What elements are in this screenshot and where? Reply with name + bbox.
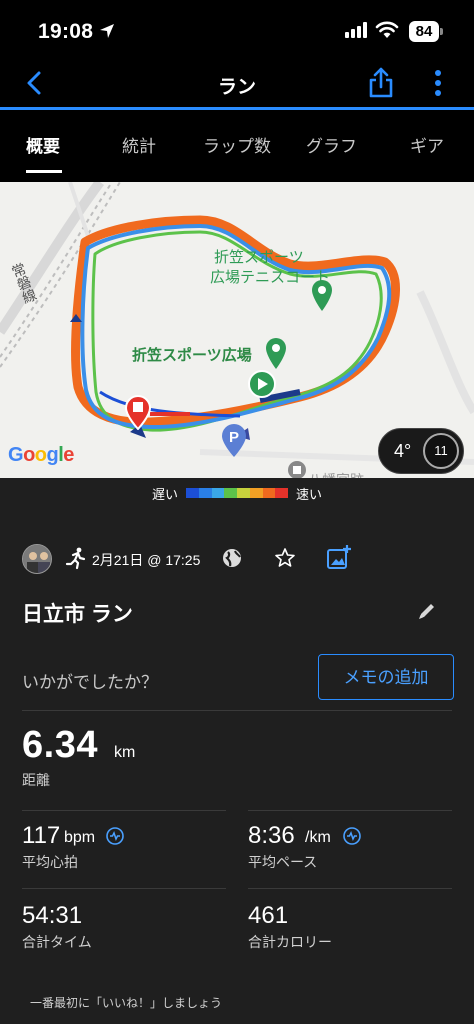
running-icon: [65, 547, 86, 570]
avatar-image-icon: [23, 545, 51, 573]
legend-swatch: [198, 488, 212, 498]
legend-swatch: [275, 488, 288, 498]
shrine-pin-icon: [288, 461, 306, 478]
pace-info-icon[interactable]: [343, 827, 361, 845]
heart-rate-info-icon[interactable]: [106, 827, 124, 845]
status-bar: 19:08 84: [0, 0, 474, 60]
legend-color-scale: [186, 488, 288, 498]
activity-summary: 2月21日 @ 17:25 日立市 ラン いかがでしたか？ メモの追加 6.34…: [0, 508, 474, 1024]
nav-bar: ラン: [0, 60, 474, 108]
activity-meta-row: 2月21日 @ 17:25: [22, 544, 462, 574]
divider: [22, 810, 226, 811]
start-flag-icon[interactable]: [248, 370, 276, 398]
activity-title: 日立市 ラン: [22, 603, 133, 626]
legend-swatch: [186, 488, 199, 498]
legend-swatch: [211, 488, 225, 498]
calories-value: 461: [248, 902, 289, 929]
tab-stats[interactable]: 統計: [122, 132, 156, 157]
cellular-signal-icon: [345, 22, 367, 38]
like-prompt[interactable]: 一番最初に「いいね！」しましょう: [30, 994, 222, 1011]
svg-text:P: P: [229, 429, 239, 446]
edit-pencil-icon[interactable]: [416, 600, 438, 622]
legend-swatch: [237, 488, 250, 498]
pace-label: 平均ペース: [248, 854, 318, 870]
tab-overview[interactable]: 概要: [26, 132, 60, 157]
more-vertical-icon[interactable]: [428, 68, 448, 98]
battery-icon: 84: [409, 21, 439, 42]
distance-value: 6.34: [22, 724, 98, 766]
tennis-label-line2: 広場テニスコート: [210, 269, 331, 286]
calories-label: 合計カロリー: [248, 934, 332, 950]
add-photo-icon[interactable]: [326, 544, 352, 570]
divider: [22, 710, 452, 711]
route-map[interactable]: 常磐線 P 折笠スポーツ 広場テニスコート 折笠スポーツ広場 八幡宮跡 Goog…: [0, 182, 474, 478]
add-memo-button[interactable]: メモの追加: [318, 654, 454, 700]
star-icon[interactable]: [273, 546, 297, 570]
activity-date: 2月21日 @ 17:25: [92, 552, 201, 568]
heart-rate-unit: bpm: [64, 829, 96, 846]
tab-graph[interactable]: グラフ: [306, 132, 357, 157]
heart-rate-label: 平均心拍: [22, 854, 78, 870]
legend-swatch: [224, 488, 237, 498]
distance-unit: km: [114, 744, 136, 761]
distance-label: 距離: [22, 772, 50, 788]
tennis-court-label: 折笠スポーツ 広場テニスコート: [210, 248, 330, 288]
weather-widget[interactable]: 4° 11: [378, 428, 464, 474]
poi-pin-icon-park[interactable]: [264, 336, 288, 370]
wind-dial-icon: 11: [423, 433, 459, 469]
finish-marker-icon[interactable]: [124, 394, 152, 430]
legend-swatch: [262, 488, 276, 498]
tab-laps[interactable]: ラップ数: [203, 132, 271, 157]
heart-rate-value: 117: [22, 822, 61, 849]
pace-value: 8:36: [248, 822, 295, 849]
legend-slow-label: 遅い: [152, 487, 179, 502]
total-time-label: 合計タイム: [22, 934, 92, 950]
tennis-label-line1: 折笠スポーツ: [214, 249, 304, 266]
location-arrow-icon: [100, 24, 114, 38]
shrine-label: 八幡宮跡: [308, 470, 364, 478]
divider: [248, 810, 452, 811]
weather-temperature: 4°: [394, 441, 412, 461]
parking-pin-icon[interactable]: P: [220, 422, 248, 458]
park-label: 折笠スポーツ広場: [132, 347, 252, 364]
legend-swatch: [249, 488, 263, 498]
total-time-value: 54:31: [22, 902, 83, 929]
back-chevron-icon[interactable]: [20, 68, 50, 98]
tab-bar: 概要 統計 ラップ数 グラフ ギア: [0, 110, 474, 182]
pace-legend: 遅い 速い: [0, 478, 474, 508]
status-time: 19:08: [38, 20, 94, 43]
google-logo: Google: [8, 444, 74, 466]
divider: [22, 888, 226, 889]
legend-fast-label: 速い: [296, 487, 323, 502]
avatar[interactable]: [22, 544, 52, 574]
notes-prompt: いかがでしたか？: [22, 673, 158, 692]
pace-unit: /km: [305, 829, 331, 846]
divider: [248, 888, 452, 889]
share-icon[interactable]: [366, 66, 396, 100]
battery-tip: [440, 28, 443, 35]
tab-gear[interactable]: ギア: [410, 132, 444, 157]
globe-icon[interactable]: [220, 546, 244, 570]
wifi-icon: [375, 21, 399, 38]
active-tab-indicator: [26, 170, 62, 173]
page-title: ラン: [217, 77, 256, 98]
